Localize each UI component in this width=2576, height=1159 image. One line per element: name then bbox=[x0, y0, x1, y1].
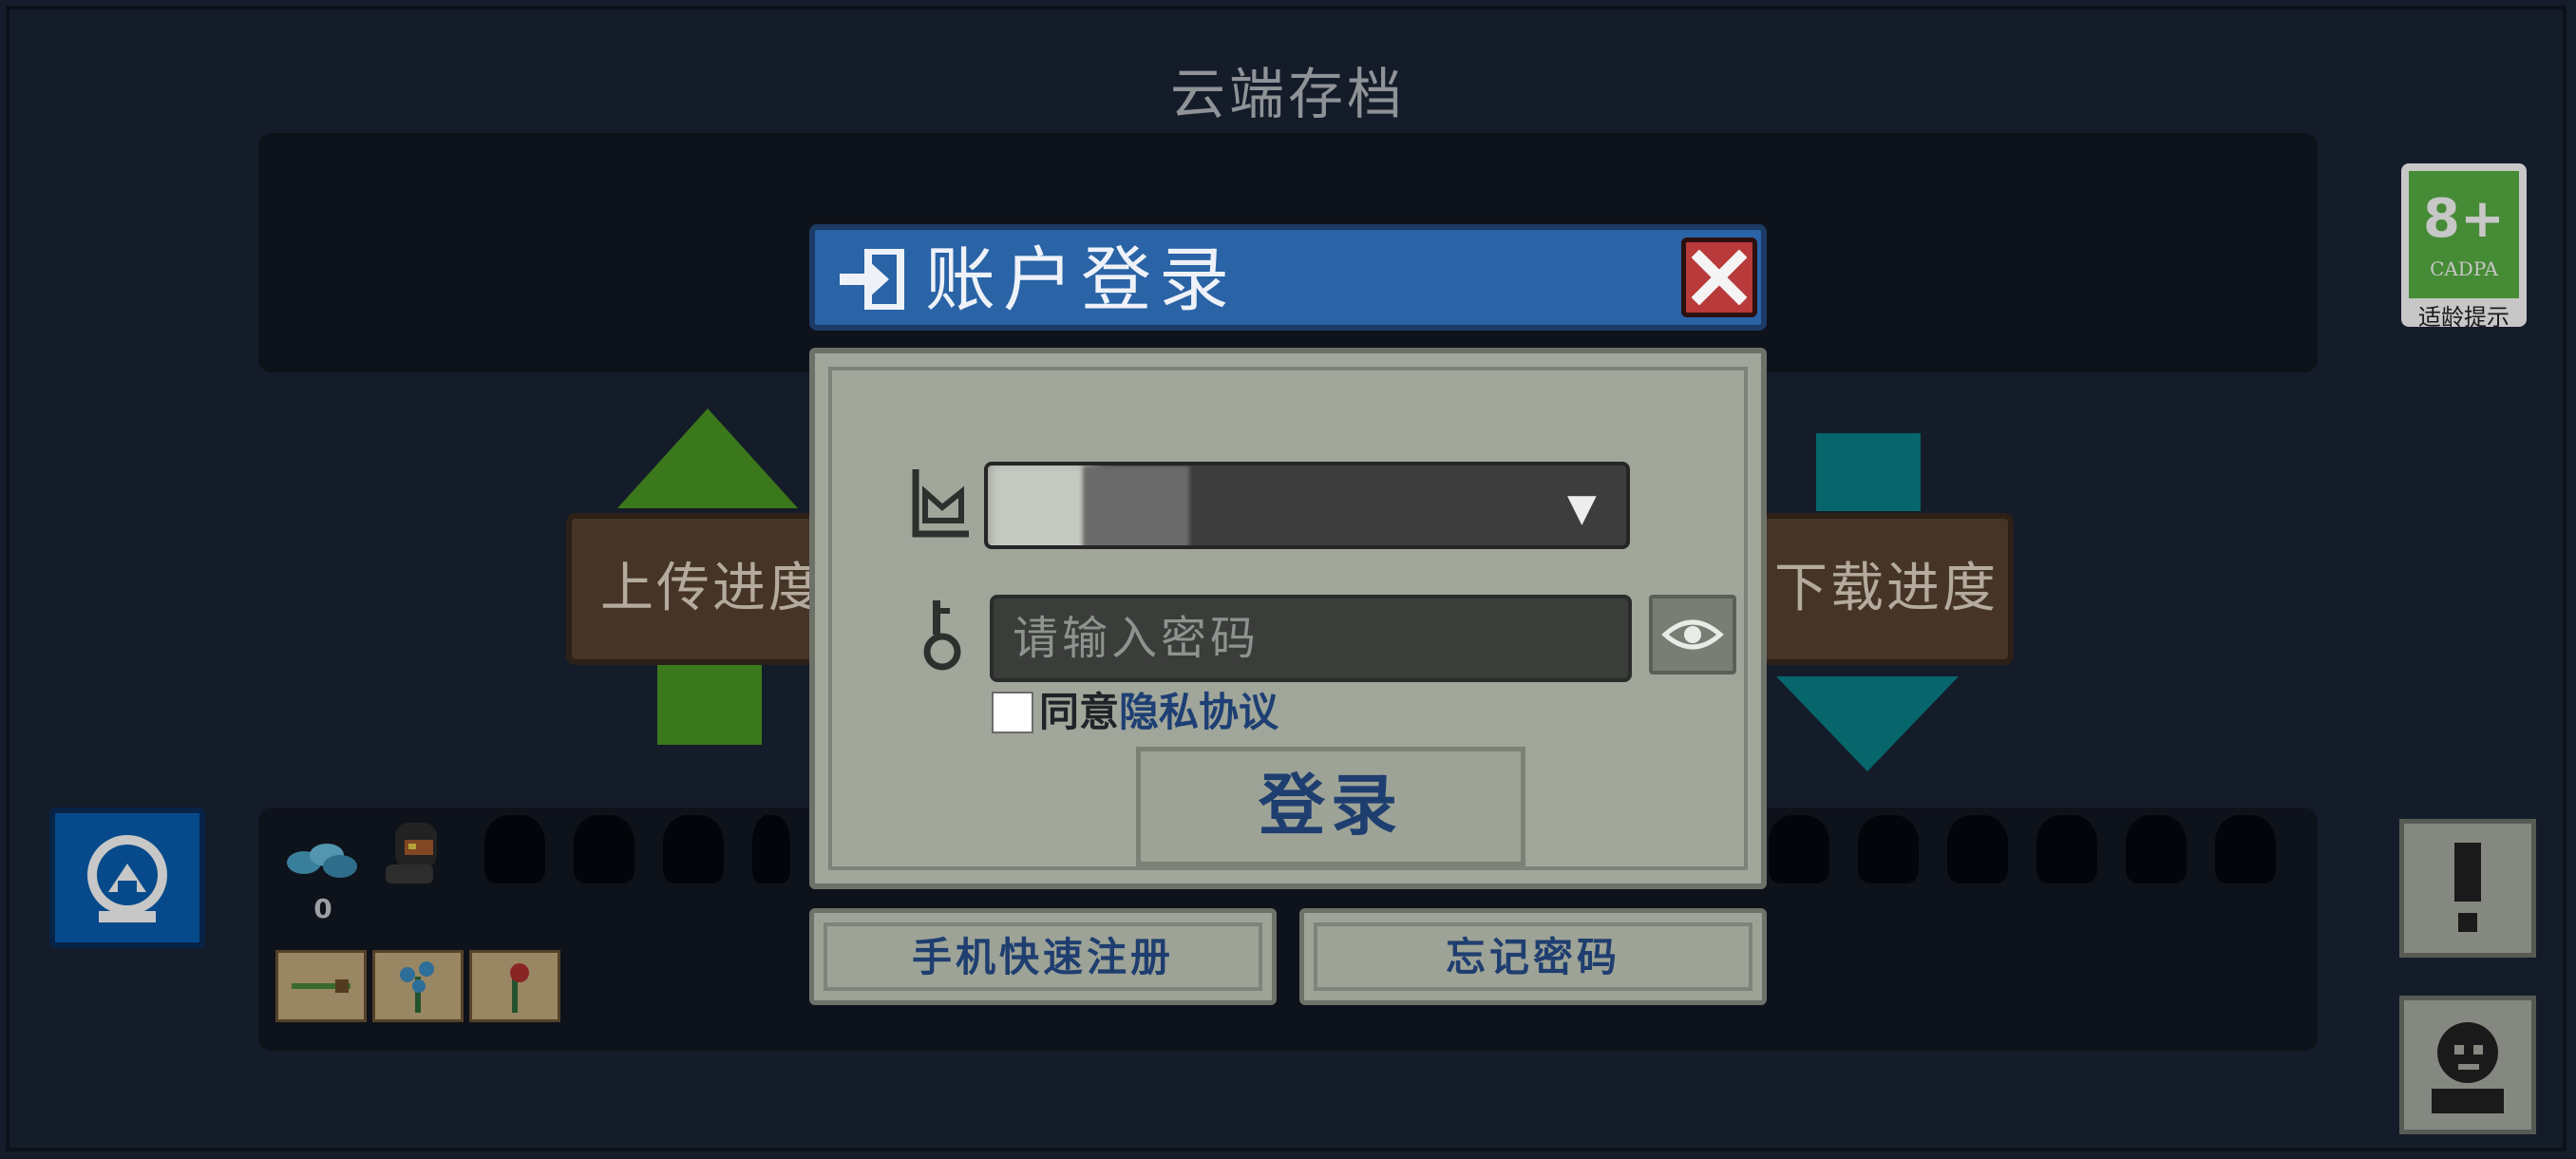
agree-checkbox[interactable] bbox=[992, 692, 1033, 733]
account-icon bbox=[912, 469, 969, 538]
key-icon bbox=[923, 600, 961, 671]
chevron-down-icon[interactable]: ▼ bbox=[1567, 486, 1597, 530]
close-button[interactable] bbox=[1681, 238, 1757, 317]
password-input[interactable] bbox=[990, 595, 1632, 682]
phone-register-button[interactable]: 手机快速注册 bbox=[809, 908, 1277, 1005]
login-dialog-body: ▼ 同意隐私协议 登录 bbox=[809, 348, 1767, 889]
account-redacted-mask bbox=[1083, 466, 1189, 545]
account-select[interactable]: ▼ bbox=[984, 462, 1630, 549]
eye-icon bbox=[1661, 619, 1724, 650]
show-password-button[interactable] bbox=[1649, 595, 1736, 674]
phone-register-label: 手机快速注册 bbox=[824, 922, 1262, 991]
login-form: ▼ 同意隐私协议 登录 bbox=[828, 367, 1748, 870]
dialog-title: 账户登录 bbox=[925, 239, 1237, 321]
login-dialog-header: 账户登录 bbox=[809, 224, 1767, 331]
agree-prefix: 同意 bbox=[1039, 689, 1120, 735]
login-icon bbox=[840, 249, 904, 310]
forgot-password-button[interactable]: 忘记密码 bbox=[1299, 908, 1767, 1005]
forgot-password-label: 忘记密码 bbox=[1314, 922, 1752, 991]
agree-label: 同意隐私协议 bbox=[1039, 688, 1279, 737]
login-button[interactable]: 登录 bbox=[1136, 747, 1525, 866]
close-icon bbox=[1692, 250, 1747, 305]
account-redacted-mask bbox=[988, 466, 1096, 545]
privacy-policy-link[interactable]: 隐私协议 bbox=[1119, 689, 1279, 735]
